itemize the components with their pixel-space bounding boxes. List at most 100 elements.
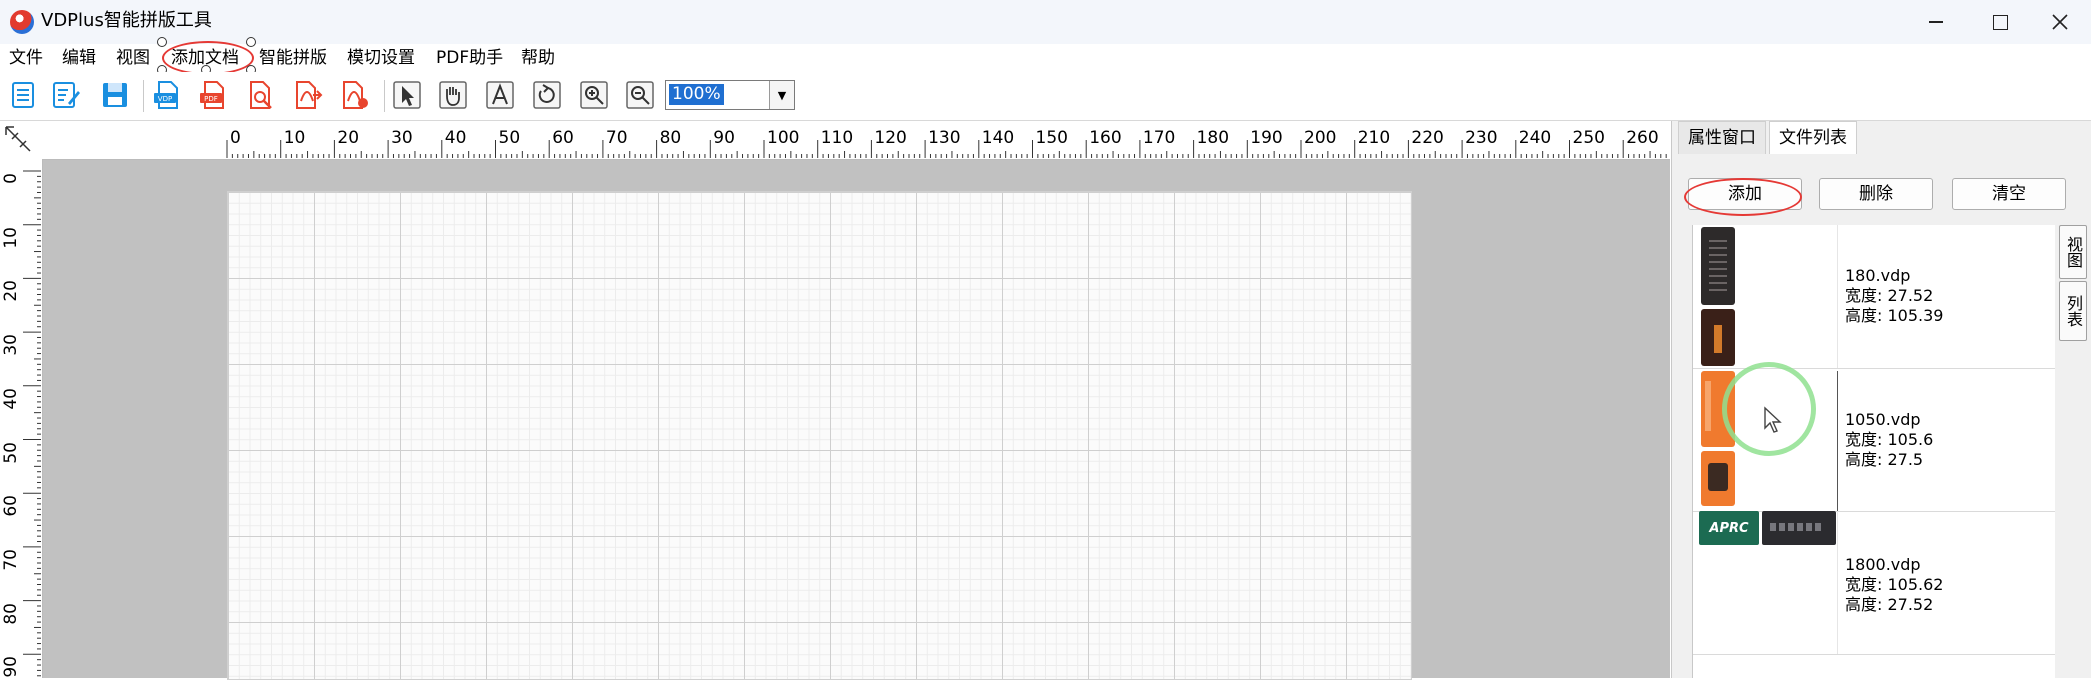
- ruler-label: 70: [605, 128, 628, 148]
- pdf-export-button[interactable]: [290, 78, 324, 112]
- ruler-origin-icon: [5, 126, 31, 152]
- pdf-convert-button[interactable]: [337, 78, 371, 112]
- select-tool-button[interactable]: [390, 78, 424, 112]
- file-row[interactable]: APRC 1800.vdp 宽度: 105.62 高度: 27.52: [1693, 511, 2056, 655]
- ruler-corner[interactable]: [0, 121, 42, 159]
- page-canvas-grid[interactable]: [227, 191, 1412, 680]
- edit-doc-icon: [53, 82, 80, 108]
- file-height: 高度: 105.39: [1845, 306, 1944, 325]
- menu-die-cut-settings[interactable]: 模切设置: [347, 48, 415, 68]
- rotate-icon: [533, 81, 561, 109]
- zoom-out-icon: [626, 81, 654, 109]
- column-divider: [1837, 371, 1838, 511]
- menu-smart-imposition[interactable]: 智能拼版: [259, 48, 327, 68]
- svg-text:PDF: PDF: [204, 95, 218, 103]
- zoom-value[interactable]: 100%: [669, 84, 724, 105]
- minimize-icon: [1929, 21, 1943, 23]
- ruler-vertical: 0 10 20 30 40 50 60 70 80 90: [0, 159, 43, 678]
- svg-text:VDP: VDP: [158, 95, 172, 103]
- pdf-search-button[interactable]: [244, 78, 278, 112]
- ruler-label: 130: [928, 128, 961, 148]
- zoom-in-button[interactable]: [577, 78, 611, 112]
- maximize-icon: [1992, 14, 2008, 30]
- file-thumbnail: APRC: [1699, 511, 1759, 545]
- zoom-dropdown-button[interactable]: ▼: [769, 81, 794, 109]
- ruler-label: 20: [337, 128, 360, 148]
- ruler-label: 170: [1142, 128, 1176, 148]
- side-tab-view[interactable]: 视图: [2059, 225, 2087, 279]
- import-pdf-button[interactable]: PDF: [196, 78, 230, 112]
- side-tab-strip: 视图 列表: [2055, 225, 2091, 678]
- ruler-label: 250: [1572, 128, 1605, 148]
- file-thumbnail: [1762, 511, 1836, 545]
- ruler-label: 0: [1, 173, 21, 184]
- chevron-down-icon: ▼: [777, 88, 787, 102]
- ruler-label: 260: [1626, 128, 1659, 148]
- menu-file[interactable]: 文件: [9, 48, 43, 68]
- column-divider: [1837, 511, 1838, 654]
- close-icon: [2052, 14, 2068, 30]
- ruler-label: 90: [1, 656, 21, 678]
- ruler-label: 30: [1, 334, 21, 356]
- new-doc-button[interactable]: [6, 78, 40, 112]
- ruler-label: 220: [1411, 128, 1444, 148]
- file-name: 180.vdp: [1845, 266, 1911, 285]
- zoom-out-button[interactable]: [623, 78, 657, 112]
- file-row[interactable]: 180.vdp 宽度: 27.52 高度: 105.39: [1693, 225, 2056, 369]
- hand-pan-icon: [439, 81, 467, 109]
- ruler-label: 110: [820, 128, 854, 148]
- delete-file-button[interactable]: 删除: [1819, 178, 1933, 210]
- select-arrow-icon: [393, 81, 421, 109]
- text-tool-icon: [486, 81, 514, 109]
- tab-file-list[interactable]: 文件列表: [1769, 121, 1857, 154]
- ruler-label: 20: [1, 280, 21, 303]
- file-thumbnail: [1701, 451, 1735, 506]
- new-doc-icon: [12, 82, 34, 108]
- ruler-label: 200: [1304, 128, 1337, 148]
- save-icon: [103, 83, 127, 107]
- file-height: 高度: 27.52: [1845, 595, 1934, 614]
- ruler-label: 40: [444, 128, 467, 148]
- minimize-button[interactable]: [1904, 0, 1968, 44]
- menu-help[interactable]: 帮助: [521, 48, 555, 68]
- ruler-label: 190: [1250, 128, 1283, 148]
- toolbar-separator: [143, 80, 144, 112]
- file-width: 宽度: 105.6: [1845, 430, 1934, 449]
- ruler-label: 0: [230, 128, 241, 148]
- menu-pdf-assistant[interactable]: PDF助手: [436, 48, 503, 68]
- mouse-cursor-icon: [1764, 406, 1782, 433]
- rotate-button[interactable]: [530, 78, 564, 112]
- ruler-label: 180: [1196, 128, 1230, 148]
- close-button[interactable]: [2028, 0, 2091, 44]
- ruler-label: 240: [1518, 128, 1552, 148]
- import-vdp-icon: VDP: [154, 81, 178, 109]
- text-tool-button[interactable]: [483, 78, 517, 112]
- menu-edit[interactable]: 编辑: [62, 48, 96, 68]
- title-bar: VDPlus智能拼版工具: [0, 0, 2091, 44]
- pdf-convert-icon: [343, 81, 368, 109]
- ruler-horizontal: 0 10 20 30 40 50 60 70 80 90 100 110 120 130 140 150 160…: [42, 121, 1670, 160]
- edit-doc-button[interactable]: [49, 78, 83, 112]
- zoom-combobox[interactable]: 100% ▼: [665, 80, 795, 110]
- file-height: 高度: 27.5: [1845, 450, 1924, 469]
- selection-handle: [157, 37, 167, 47]
- file-name: 1050.vdp: [1845, 410, 1921, 429]
- save-button[interactable]: [98, 78, 132, 112]
- menu-view[interactable]: 视图: [116, 48, 150, 68]
- zoom-in-icon: [580, 81, 608, 109]
- side-tab-list[interactable]: 列表: [2059, 281, 2087, 341]
- app-logo-icon: [10, 10, 34, 34]
- file-name: 1800.vdp: [1845, 555, 1921, 574]
- ruler-label: 100: [767, 128, 800, 148]
- ruler-label: 150: [1035, 128, 1068, 148]
- import-vdp-button[interactable]: VDP: [150, 78, 184, 112]
- file-list[interactable]: 180.vdp 宽度: 27.52 高度: 105.39 1050.vdp 宽度…: [1692, 225, 2056, 678]
- maximize-button[interactable]: [1968, 0, 2032, 44]
- clear-list-button[interactable]: 清空: [1952, 178, 2066, 210]
- toolbar-separator: [384, 80, 385, 112]
- tab-properties[interactable]: 属性窗口: [1678, 121, 1766, 154]
- menu-bar: 文件 编辑 视图 添加文档 智能拼版 模切设置 PDF助手 帮助: [0, 44, 2091, 72]
- ruler-label: 40: [1, 387, 21, 410]
- pan-tool-button[interactable]: [436, 78, 470, 112]
- import-pdf-icon: PDF: [200, 81, 224, 109]
